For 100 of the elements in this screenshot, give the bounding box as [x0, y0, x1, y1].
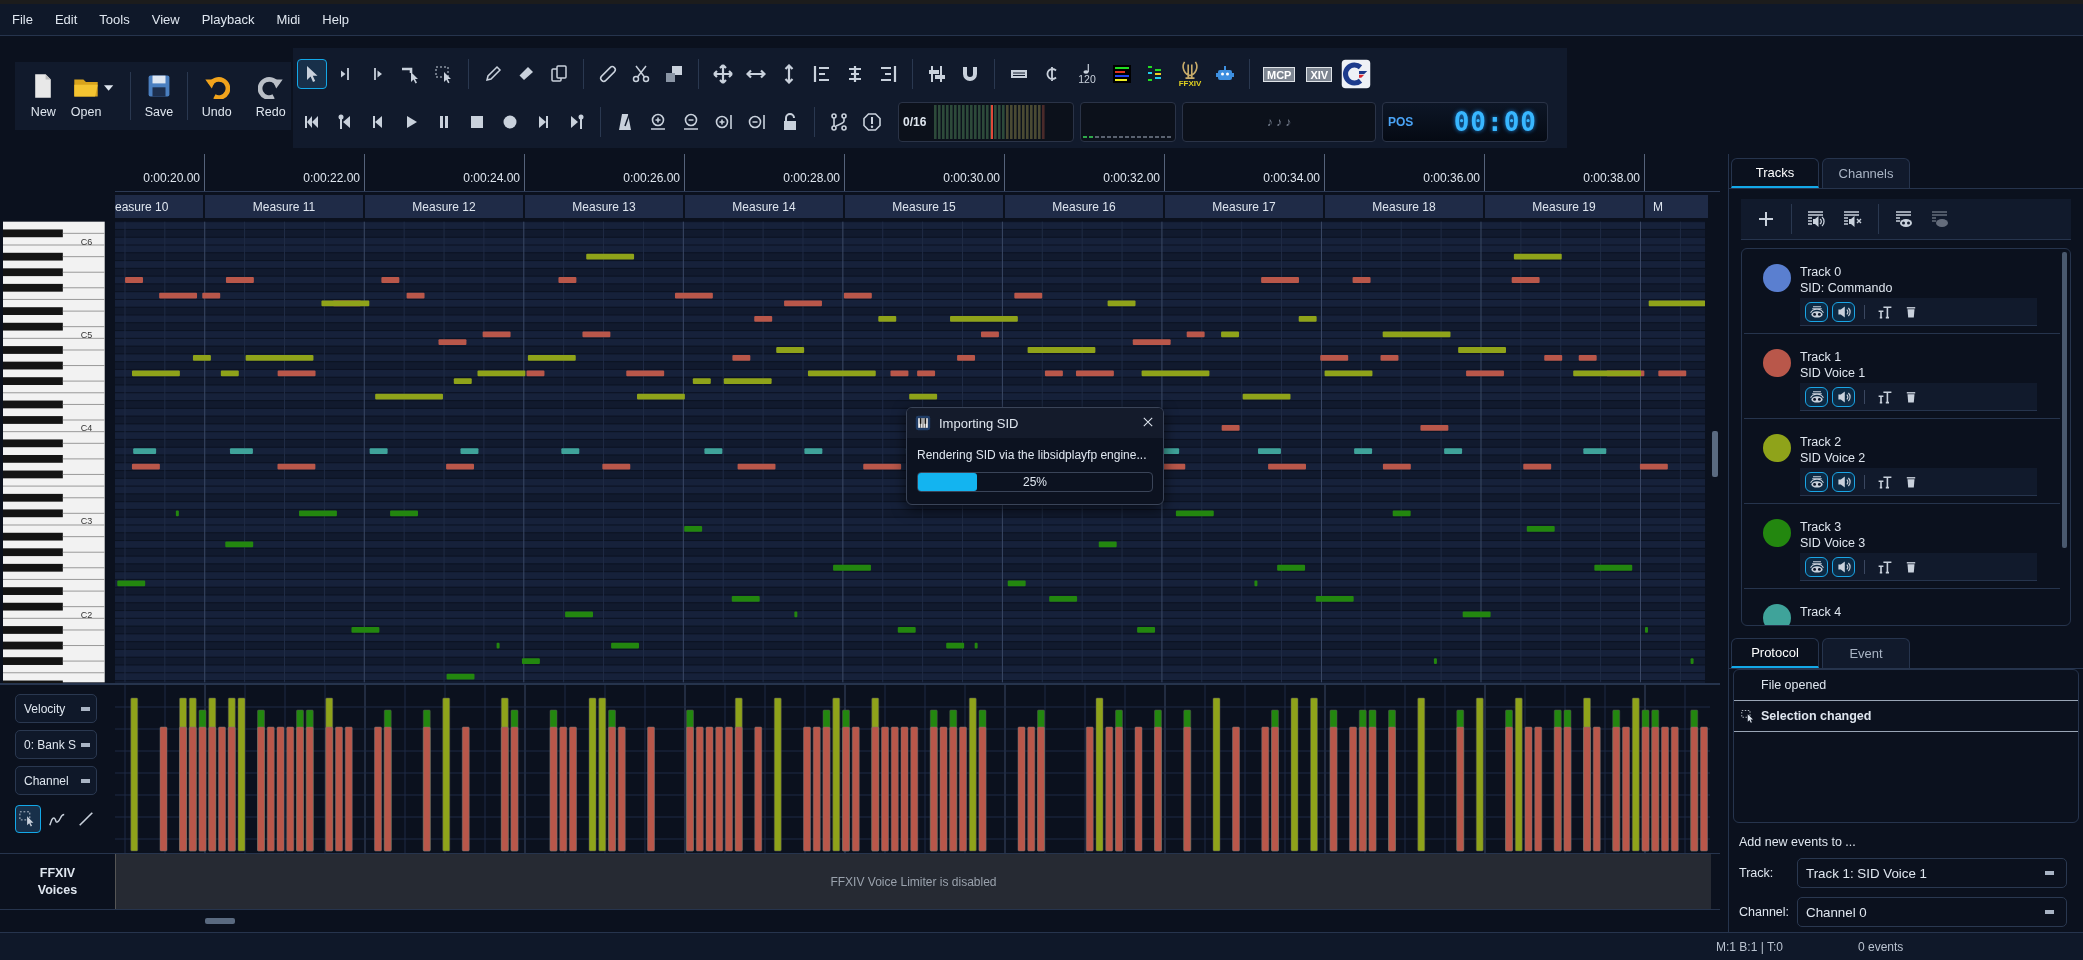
tab[interactable]: Channels — [1822, 158, 1910, 188]
visibility-toggle[interactable] — [1805, 386, 1828, 407]
tab[interactable]: Protocol — [1731, 638, 1819, 668]
track-name[interactable]: Track 4 — [1800, 604, 1842, 620]
tab[interactable]: Event — [1822, 638, 1910, 668]
position-label: POS — [1388, 115, 1414, 129]
note-icon — [1083, 63, 1091, 74]
measure-label[interactable]: Measure 15 — [845, 195, 1005, 218]
add-events-heading: Add new events to ... — [1739, 835, 1857, 849]
text-size-icon — [1877, 558, 1893, 575]
measure-label[interactable]: Measure 16 — [1005, 195, 1165, 218]
time-label: 0:00:30.00 — [943, 171, 1000, 185]
progress-reading: 25% — [1023, 475, 1047, 490]
list-eye-icon — [1894, 209, 1914, 229]
measure-label[interactable]: Measure 19 — [1485, 195, 1645, 218]
menu-item[interactable]: Edit — [46, 12, 92, 27]
audio-toggle[interactable] — [1832, 471, 1855, 492]
pointer-button[interactable] — [297, 59, 327, 89]
note-label: C4 — [80, 423, 93, 434]
visibility-toggle[interactable] — [1805, 301, 1828, 322]
eye-icon — [1808, 558, 1825, 575]
track-subtitle: SID Voice 2 — [1800, 450, 1867, 466]
audio-toggle[interactable] — [1832, 386, 1855, 407]
protocol-entry[interactable]: File opened — [1734, 670, 2078, 701]
list-mute-icon — [1843, 209, 1863, 229]
scroll-thumb[interactable] — [2062, 252, 2067, 548]
dropdown[interactable]: Channel — [15, 766, 97, 796]
track-subtitle: SID: Commando — [1800, 280, 1894, 296]
align-left-icon — [812, 64, 832, 84]
new-file-button[interactable]: New — [23, 73, 64, 119]
time-label: 0:00:22.00 — [303, 171, 360, 185]
sliders-icon — [927, 64, 947, 84]
note-label: C2 — [80, 609, 93, 620]
time-label: 0:00:32.00 — [1103, 171, 1160, 185]
time-label: 0:00:24.00 — [463, 171, 520, 185]
protocol-entry[interactable]: Selection changed — [1734, 701, 2078, 732]
dropdown[interactable]: Velocity — [15, 694, 97, 724]
lyre-icon — [1181, 60, 1199, 79]
undo-button[interactable]: Undo — [196, 73, 238, 119]
redo-button[interactable]: Redo — [250, 73, 291, 119]
menu-item[interactable]: View — [143, 12, 194, 27]
track-name[interactable]: Track 1 — [1800, 349, 2037, 365]
xiv-button[interactable]: XIV — [1306, 66, 1333, 82]
visibility-toggle[interactable] — [1805, 556, 1828, 577]
branch-icon — [829, 112, 849, 132]
note-label: C6 — [80, 236, 93, 247]
measure-label[interactable]: M — [1645, 195, 1710, 218]
audio-toggle[interactable] — [1832, 301, 1855, 322]
measure-label[interactable]: Measure 14 — [685, 195, 845, 218]
logo-icon — [1341, 59, 1372, 89]
scroll-thumb[interactable] — [205, 918, 235, 925]
text-size-icon — [1877, 388, 1893, 405]
event-count: 0 events — [1858, 940, 1904, 954]
time-label: 0:00:38.00 — [1583, 171, 1640, 185]
tab[interactable]: Tracks — [1731, 158, 1819, 188]
select-small-mode-button[interactable] — [15, 805, 41, 834]
ffxiv-button[interactable]: FFXIV — [1173, 57, 1207, 91]
folder-button[interactable]: Open — [65, 73, 107, 119]
menu-item[interactable]: Playback — [193, 12, 269, 27]
measure-label[interactable]: Measure 12 — [365, 195, 525, 218]
track-name[interactable]: Track 0 — [1800, 264, 2037, 280]
dialog-title: Importing SID — [939, 415, 1019, 431]
measure-label[interactable]: Measure 17 — [1165, 195, 1325, 218]
eye-icon — [1808, 388, 1825, 405]
time-label: 0:00:20.00 — [143, 171, 200, 185]
channel-dropdown[interactable]: Channel 0 — [1797, 897, 2067, 927]
scissors-icon — [631, 64, 651, 84]
visibility-toggle[interactable] — [1805, 471, 1828, 492]
audio-toggle[interactable] — [1832, 556, 1855, 577]
notes-text: ♪ ♪ ♪ — [1266, 115, 1292, 129]
meter-count: 0/16 — [903, 115, 927, 129]
select-small-icon — [1741, 708, 1756, 724]
measure-label[interactable]: Measure 13 — [525, 195, 685, 218]
channel-label: Channel: — [1739, 905, 1791, 919]
measure-label[interactable]: easure 10 — [115, 195, 205, 218]
track-name[interactable]: Track 2 — [1800, 434, 2037, 450]
menu-item[interactable]: Midi — [268, 12, 315, 27]
time-label: 0:00:34.00 — [1263, 171, 1320, 185]
measure-label[interactable]: Measure 18 — [1325, 195, 1485, 218]
measure-label[interactable]: Measure 11 — [205, 195, 365, 218]
floppy-button[interactable]: Save — [138, 73, 180, 119]
velocity-bars-drawing[interactable] — [130, 697, 1708, 852]
track-name[interactable]: Track 3 — [1800, 519, 2037, 535]
zoom-in-v-icon — [714, 112, 734, 132]
bandage-icon — [598, 64, 618, 84]
track-dropdown[interactable]: Track 1: SID Voice 1 — [1797, 858, 2067, 888]
scroll-thumb[interactable] — [1712, 431, 1719, 478]
zoom-out-icon — [681, 112, 701, 132]
list-eye-faded-icon — [1930, 209, 1950, 229]
time-label: 0:00:28.00 — [783, 171, 840, 185]
list-speaker-icon — [1807, 209, 1827, 229]
floppy-icon — [146, 73, 172, 99]
tempo-button[interactable]: 120 — [1070, 57, 1104, 91]
menu-item[interactable]: File — [4, 12, 47, 27]
menu-item[interactable]: Tools — [91, 12, 144, 27]
mcp-button[interactable]: MCP — [1263, 66, 1296, 82]
menu-item[interactable]: Help — [314, 12, 363, 27]
color-bars-icon — [1112, 64, 1132, 84]
dropdown[interactable]: 0: Bank S — [15, 730, 97, 760]
caret-icon[interactable] — [104, 85, 114, 91]
